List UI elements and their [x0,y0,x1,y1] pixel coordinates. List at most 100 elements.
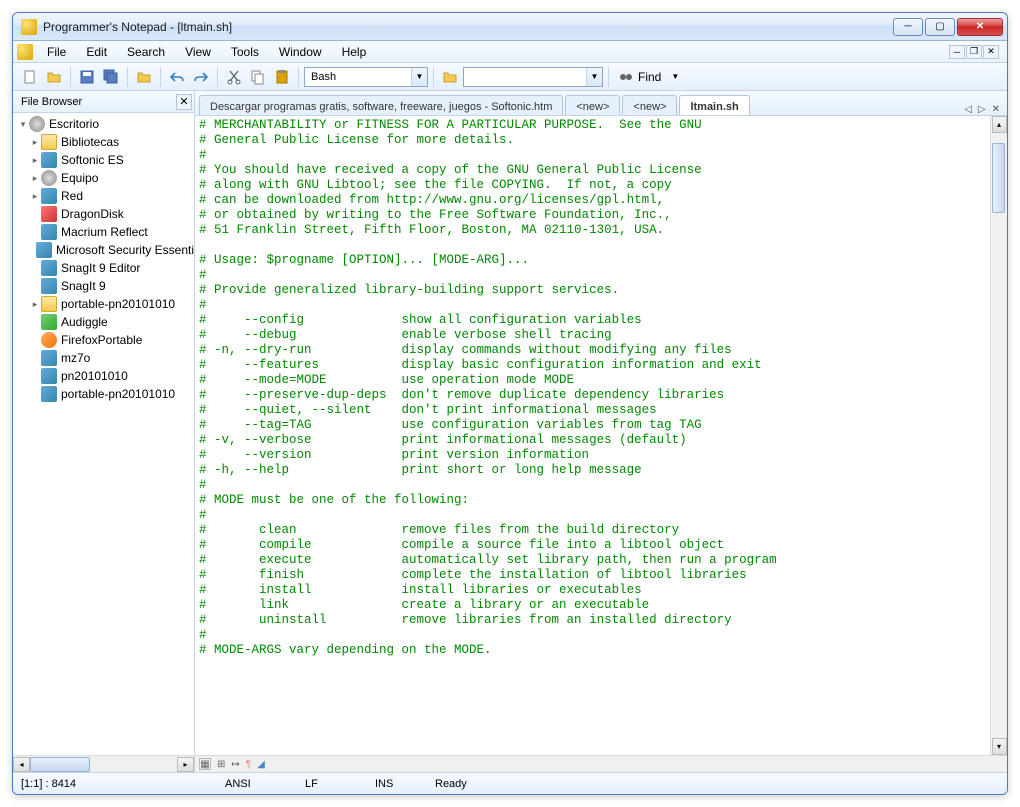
tree-item[interactable]: ▸ Red [13,187,194,205]
folder-icon [41,134,57,150]
chevron-down-icon: ▼ [411,68,427,86]
tree-item[interactable]: SnagIt 9 Editor [13,259,194,277]
mdi-close-button[interactable]: ✕ [983,45,999,59]
bookmark-bar-icon[interactable]: ▦ [199,758,211,770]
close-button[interactable]: ✕ [957,18,1003,36]
tree-item-label: FirefoxPortable [61,333,142,347]
tab-ltmain[interactable]: ltmain.sh [679,95,749,115]
sidebar-close-button[interactable]: ✕ [176,94,192,110]
tab-next-button[interactable]: ▷ [975,104,989,115]
menu-view[interactable]: View [175,43,221,61]
file-browser-panel: File Browser ✕ ▾ Escritorio ▸Bibliotecas… [13,91,195,772]
tree-item[interactable]: ▸Equipo [13,169,194,187]
tree-item-label: Audiggle [61,315,108,329]
redo-button[interactable] [190,66,212,88]
tree-item-label: Softonic ES [61,153,124,167]
disk-icon [41,170,57,186]
menu-file[interactable]: File [37,43,76,61]
marker-icon[interactable]: ◢ [257,759,265,770]
tree-item[interactable]: ▸Bibliotecas [13,133,194,151]
toolbar: Bash ▼ ▼ Find ▼ [13,63,1007,91]
expand-icon[interactable]: ▸ [29,137,41,148]
expand-icon[interactable]: ▸ [29,155,41,166]
green-icon [41,314,57,330]
project-button[interactable] [439,66,461,88]
copy-button[interactable] [247,66,269,88]
scroll-left-button[interactable]: ◂ [13,757,30,772]
file-tree[interactable]: ▾ Escritorio ▸Bibliotecas▸Softonic ES▸Eq… [13,113,194,755]
arrow-icon[interactable]: ↦ [231,759,239,770]
app-icon [41,260,57,276]
minimize-button[interactable]: ─ [893,18,923,36]
tree-item[interactable]: pn20101010 [13,367,194,385]
scroll-thumb[interactable] [992,143,1005,213]
tab-softonic[interactable]: Descargar programas gratis, software, fr… [199,95,563,115]
tree-item[interactable]: Audiggle [13,313,194,331]
tree-item-label: portable-pn20101010 [61,387,175,401]
tree-item-label: Red [61,189,83,203]
menu-help[interactable]: Help [332,43,377,61]
scroll-up-button[interactable]: ▴ [992,116,1007,133]
toggle-icon[interactable]: ⊞ [217,759,225,770]
tree-item[interactable]: SnagIt 9 [13,277,194,295]
tree-item[interactable]: FirefoxPortable [13,331,194,349]
tree-item-label: mz7o [61,351,90,365]
tree-item[interactable]: DragonDisk [13,205,194,223]
tree-item-label: DragonDisk [61,207,124,221]
status-insert-mode: INS [375,778,411,790]
collapse-icon[interactable]: ▾ [17,119,29,130]
editor-vscrollbar[interactable]: ▴ ▾ [990,116,1007,755]
app-icon [21,19,37,35]
tree-item[interactable]: Macrium Reflect [13,223,194,241]
mdi-restore-button[interactable]: ❐ [966,45,982,59]
open-file-button[interactable] [43,66,65,88]
find-button[interactable]: Find ▼ [618,69,679,85]
app-icon [41,350,57,366]
app-icon [41,224,57,240]
tab-new-1[interactable]: <new> [565,95,620,115]
new-file-button[interactable] [19,66,41,88]
app-icon [41,152,57,168]
maximize-button[interactable]: ▢ [925,18,955,36]
tree-item[interactable]: ▸portable-pn20101010 [13,295,194,313]
expand-icon[interactable]: ▸ [29,173,41,184]
tree-item[interactable]: mz7o [13,349,194,367]
tab-new-2[interactable]: <new> [622,95,677,115]
scroll-down-button[interactable]: ▾ [992,738,1007,755]
tree-item[interactable]: portable-pn20101010 [13,385,194,403]
undo-button[interactable] [166,66,188,88]
sidebar-hscrollbar[interactable]: ◂ ▸ [13,755,194,772]
code-editor[interactable]: # MERCHANTABILITY or FITNESS FOR A PARTI… [195,116,990,755]
open-project-button[interactable] [133,66,155,88]
tree-item[interactable]: ▸ Softonic ES [13,151,194,169]
menubar: File Edit Search View Tools Window Help … [13,41,1007,63]
pilcrow-icon[interactable]: ¶ [246,759,251,770]
app-menu-icon[interactable] [17,44,33,60]
app-icon [36,242,52,258]
save-all-button[interactable] [100,66,122,88]
scroll-right-button[interactable]: ▸ [177,757,194,772]
tab-prev-button[interactable]: ◁ [961,104,975,115]
expand-icon[interactable]: ▸ [29,299,41,310]
mdi-minimize-button[interactable]: ─ [949,45,965,59]
tree-root[interactable]: ▾ Escritorio [13,115,194,133]
expand-icon[interactable]: ▸ [29,191,41,202]
menu-edit[interactable]: Edit [76,43,117,61]
scroll-thumb[interactable] [30,757,90,772]
red-icon [41,206,57,222]
paste-button[interactable] [271,66,293,88]
search-combo[interactable]: ▼ [463,67,603,87]
app-icon [41,368,57,384]
tab-close-button[interactable]: ✕ [989,104,1003,115]
save-button[interactable] [76,66,98,88]
tree-item[interactable]: Microsoft Security Essenti [13,241,194,259]
menu-search[interactable]: Search [117,43,175,61]
menu-tools[interactable]: Tools [221,43,269,61]
cut-button[interactable] [223,66,245,88]
window-title: Programmer's Notepad - [ltmain.sh] [43,20,232,34]
menu-window[interactable]: Window [269,43,332,61]
titlebar[interactable]: Programmer's Notepad - [ltmain.sh] ─ ▢ ✕ [13,13,1007,41]
tree-item-label: SnagIt 9 [61,279,106,293]
language-selector[interactable]: Bash ▼ [304,67,428,87]
chevron-down-icon: ▼ [671,72,679,81]
